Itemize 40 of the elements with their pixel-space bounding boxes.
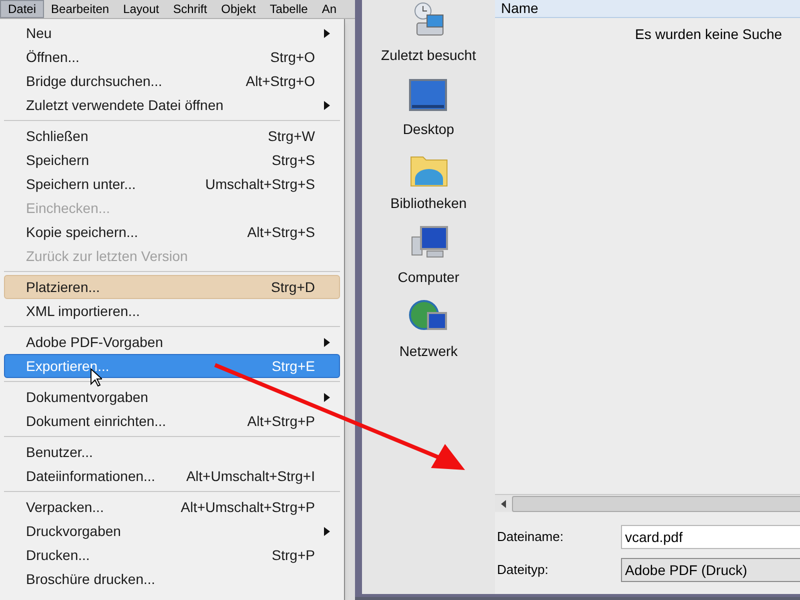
menu-item[interactable]: Dokumentvorgaben xyxy=(4,385,340,409)
menu-item[interactable]: Adobe PDF-Vorgaben xyxy=(4,330,340,354)
menu-item[interactable]: Öffnen... Strg+O xyxy=(4,45,340,69)
menu-item[interactable]: Bridge durchsuchen... Alt+Strg+O xyxy=(4,69,340,93)
menu-item[interactable]: XML importieren... xyxy=(4,299,340,323)
menu-item[interactable]: Speichern Strg+S xyxy=(4,148,340,172)
filetype-select[interactable]: Adobe PDF (Druck) xyxy=(621,558,800,582)
menu-item[interactable]: Platzieren... Strg+D xyxy=(4,275,340,299)
menu-item[interactable]: Drucken... Strg+P xyxy=(4,543,340,567)
place-item[interactable]: Zuletzt besucht xyxy=(381,1,476,66)
menu-item[interactable]: Dateiinformationen... Alt+Umschalt+Strg+I xyxy=(4,464,340,488)
menu-item[interactable]: Speichern unter... Umschalt+Strg+S xyxy=(4,172,340,196)
menubar-item[interactable]: Objekt xyxy=(214,0,263,18)
menubar-item[interactable]: Tabelle xyxy=(262,0,315,18)
menubar-item[interactable]: Datei xyxy=(0,0,44,18)
menu-item[interactable]: Zuletzt verwendete Datei öffnen xyxy=(4,93,340,117)
menu-item[interactable]: Benutzer... xyxy=(4,440,340,464)
filename-input[interactable]: vcard.pdf xyxy=(621,525,800,549)
menubar-item[interactable]: An xyxy=(314,0,344,18)
menu-item[interactable]: Broschüre drucken... xyxy=(4,567,340,591)
menu-item[interactable]: Neu xyxy=(4,21,340,45)
field-label: Dateiname: xyxy=(496,528,564,546)
place-item[interactable]: Computer xyxy=(398,223,460,288)
menu-item[interactable]: Schließen Strg+W xyxy=(4,124,340,148)
place-item[interactable]: Desktop xyxy=(402,75,454,140)
scrollbar-thumb[interactable] xyxy=(512,496,800,512)
scroll-left-icon xyxy=(501,500,506,508)
menu-item[interactable]: Verpacken... Alt+Umschalt+Strg+P xyxy=(4,495,340,519)
menubar-item[interactable]: Bearbeiten xyxy=(44,0,116,18)
empty-message: Es wurden keine Suche xyxy=(634,25,784,44)
menu-item[interactable]: Dokument einrichten... Alt+Strg+P xyxy=(4,409,340,433)
menu-item[interactable]: Kopie speichern... Alt+Strg+S xyxy=(4,220,340,244)
menubar-item[interactable]: Schrift xyxy=(166,0,214,18)
column-header[interactable]: Name xyxy=(495,0,800,18)
menubar-item[interactable]: Layout xyxy=(116,0,166,18)
field-label: Dateityp: xyxy=(496,561,550,580)
place-item[interactable]: Bibliotheken xyxy=(390,149,467,214)
horizontal-scrollbar[interactable] xyxy=(495,494,800,512)
menu-item[interactable]: Druckvorgaben xyxy=(4,519,340,543)
place-item[interactable]: Netzwerk xyxy=(399,297,458,362)
